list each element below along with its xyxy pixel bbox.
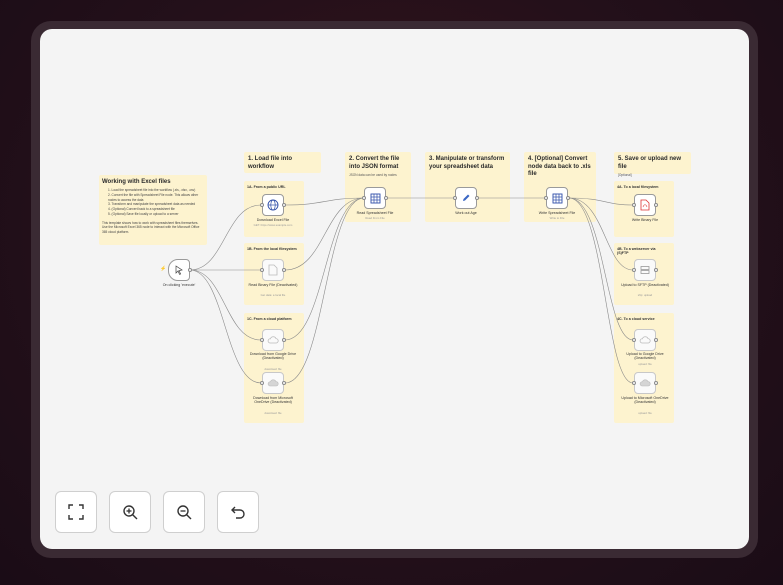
trigger-bolt-icon: ⚡ (160, 266, 167, 272)
onedrive-cloud-icon (639, 379, 651, 387)
node-write-binary-file[interactable] (632, 194, 658, 216)
sticky-load-file: 1. Load file into workflow (244, 152, 321, 173)
output-port[interactable] (282, 268, 286, 272)
output-port[interactable] (188, 268, 192, 272)
node-download-onedrive[interactable] (260, 372, 286, 394)
input-port[interactable] (632, 338, 636, 342)
intro-note-steps: 1. Load the spreadsheet file into the wo… (102, 188, 204, 217)
spreadsheet-icon (370, 193, 380, 203)
node-label: Read Binary File (Deactivated) (248, 283, 298, 287)
undo-icon (231, 506, 245, 519)
node-subtitle: Write to File (549, 216, 565, 220)
sticky-save-upload: 5. Save or upload new file [Optional] (614, 152, 691, 177)
section-label-1b: 1B. From the local filesystem (247, 247, 297, 251)
node-download-excel-file[interactable] (260, 194, 286, 216)
node-label: Read Spreadsheet File (356, 211, 394, 215)
sticky-subtitle: JSON data can be used by nodes (349, 173, 397, 177)
node-subtitle: upload: file (638, 411, 652, 415)
zoom-out-button[interactable] (163, 491, 205, 533)
section-label-4b: 4B. To a webserver via (S)FTP (617, 247, 656, 255)
node-label: Work out Age (455, 211, 477, 215)
zoom-in-button[interactable] (109, 491, 151, 533)
node-read-binary-file[interactable] (260, 259, 286, 281)
output-port[interactable] (654, 338, 658, 342)
pencil-icon (463, 194, 470, 201)
input-port[interactable] (260, 268, 264, 272)
node-write-spreadsheet-file[interactable] (544, 187, 570, 209)
node-label: On clicking 'execute' (162, 283, 196, 287)
zoom-out-icon (177, 505, 192, 520)
input-port[interactable] (632, 381, 636, 385)
file-pdf-icon (640, 199, 650, 211)
intro-note: Working with Excel files 1. Load the spr… (99, 175, 207, 245)
server-icon (640, 266, 650, 274)
node-upload-google-drive[interactable] (632, 329, 658, 351)
output-port[interactable] (282, 381, 286, 385)
reset-zoom-button[interactable] (217, 491, 259, 533)
node-subtitle: upload: file (638, 362, 652, 366)
output-port[interactable] (282, 203, 286, 207)
sticky-title: 2. Convert the file into JSON format (349, 156, 400, 170)
node-work-out-age[interactable] (453, 187, 479, 209)
input-port[interactable] (453, 196, 457, 200)
output-port[interactable] (654, 203, 658, 207)
node-subtitle: Read From File (365, 216, 385, 220)
intro-step: 5. (Optional) Save file locally or uploa… (108, 211, 179, 216)
input-port[interactable] (544, 196, 548, 200)
fit-to-view-button[interactable] (55, 491, 97, 533)
node-subtitle: download: file (264, 411, 282, 415)
input-port[interactable] (260, 381, 264, 385)
intro-note-title: Working with Excel files (102, 179, 171, 185)
input-port[interactable] (632, 268, 636, 272)
node-read-spreadsheet-file[interactable] (362, 187, 388, 209)
cloud-icon (639, 336, 651, 344)
node-download-google-drive[interactable] (260, 329, 286, 351)
node-manual-trigger[interactable] (168, 259, 192, 281)
node-label: Download from Microsoft OneDrive (Deacti… (253, 396, 293, 405)
output-port[interactable] (384, 196, 388, 200)
node-subtitle: Get data: a local file (260, 293, 286, 297)
workflow-canvas[interactable]: Working with Excel files 1. Load the spr… (40, 29, 749, 549)
output-port[interactable] (282, 338, 286, 342)
node-subtitle: GET: https://www.example.com (253, 223, 293, 227)
fit-to-view-icon (68, 504, 84, 520)
node-upload-sftp[interactable] (632, 259, 658, 281)
globe-icon (267, 199, 279, 211)
input-port[interactable] (362, 196, 366, 200)
intro-step: 2. Convert the file with Spreadsheet Fil… (108, 192, 199, 202)
section-label-4a: 4A. To a local filesystem (617, 185, 659, 189)
node-label: Write Spreadsheet File (538, 211, 576, 215)
file-icon (268, 264, 278, 276)
node-label: Write Binary File (631, 218, 659, 222)
section-label-1a: 1A. From a public URL (247, 185, 286, 189)
node-subtitle: download: file (264, 367, 282, 371)
node-label: Download from Google Drive (Deactivated) (249, 352, 297, 361)
onedrive-cloud-icon (267, 379, 279, 387)
node-subtitle: sftp: upload (637, 293, 653, 297)
output-port[interactable] (566, 196, 570, 200)
sticky-title: 4. [Optional] Convert node data back to … (528, 156, 591, 177)
node-label: Upload to Google Drive (Deactivated) (626, 352, 664, 361)
intro-note-footer: This template shows how to work with spr… (102, 220, 200, 234)
sticky-title: 3. Manipulate or transform your spreadsh… (429, 156, 505, 170)
spreadsheet-icon (552, 193, 562, 203)
section-label-1c: 1C. From a cloud platform (247, 317, 292, 321)
sticky-title: 1. Load file into workflow (248, 156, 293, 170)
cloud-icon (267, 336, 279, 344)
output-port[interactable] (654, 381, 658, 385)
zoom-in-icon (123, 505, 138, 520)
sticky-subtitle: [Optional] (618, 173, 632, 177)
output-port[interactable] (475, 196, 479, 200)
node-label: Upload to Microsoft OneDrive (Deactivate… (621, 396, 669, 405)
output-port[interactable] (654, 268, 658, 272)
input-port[interactable] (260, 338, 264, 342)
node-label: Upload to SFTP (Deactivated) (621, 283, 669, 287)
sticky-title: 5. Save or upload new file (618, 156, 682, 170)
node-label: Download Excel File (256, 218, 290, 222)
input-port[interactable] (632, 203, 636, 207)
section-label-4c: 4C. To a cloud service (617, 317, 655, 321)
input-port[interactable] (260, 203, 264, 207)
node-upload-onedrive[interactable] (632, 372, 658, 394)
cursor-click-icon (175, 265, 183, 275)
